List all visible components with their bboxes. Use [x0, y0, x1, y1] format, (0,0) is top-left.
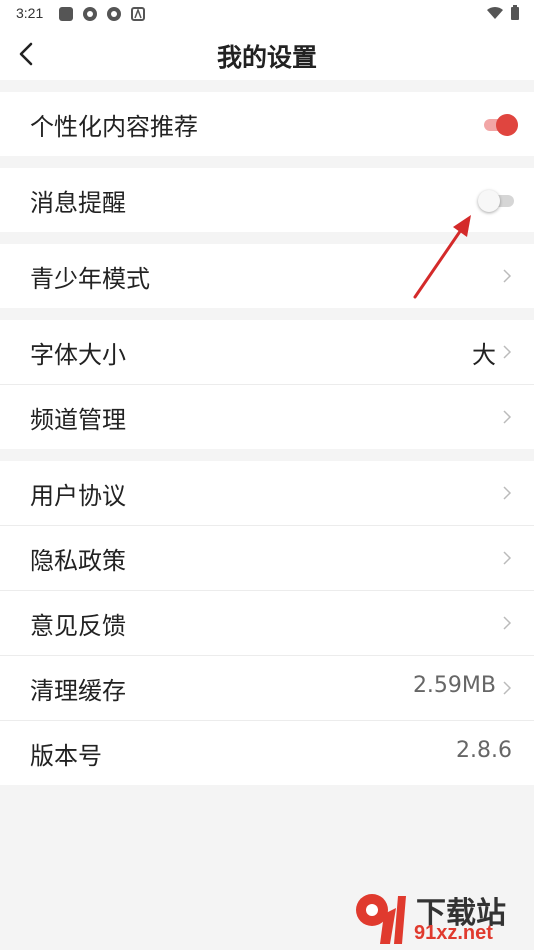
watermark-url: 91xz.net	[414, 922, 493, 944]
chevron-right-icon	[503, 551, 512, 565]
chevron-right-icon	[503, 410, 512, 424]
setting-row-version: 版本号 2.8.6	[0, 721, 534, 785]
setting-row-font-size[interactable]: 字体大小 大	[0, 320, 534, 385]
aperture-icon	[107, 7, 121, 21]
setting-row-user-agreement[interactable]: 用户协议	[0, 461, 534, 526]
watermark-logo-icon	[356, 894, 406, 944]
page-title: 我的设置	[216, 43, 317, 72]
chevron-right-icon	[503, 345, 512, 359]
font-app-icon	[131, 7, 145, 21]
setting-value: 大	[472, 341, 496, 369]
setting-label: 意见反馈	[30, 612, 126, 640]
watermark: 下载站 91xz.net	[350, 888, 530, 948]
annotation-arrow-icon	[413, 215, 471, 299]
notification-app-icon	[59, 7, 73, 21]
battery-icon	[511, 5, 519, 20]
setting-label: 字体大小	[30, 341, 126, 369]
setting-label: 用户协议	[30, 482, 126, 510]
setting-row-feedback[interactable]: 意见反馈	[0, 591, 534, 656]
setting-label: 消息提醒	[30, 189, 126, 217]
setting-row-channel-management[interactable]: 频道管理	[0, 385, 534, 449]
status-bar: 3:21	[0, 0, 534, 28]
aperture-icon	[83, 7, 97, 21]
setting-label: 个性化内容推荐	[30, 113, 198, 141]
setting-row-privacy-policy[interactable]: 隐私政策	[0, 526, 534, 591]
settings-group: 个性化内容推荐	[0, 92, 534, 156]
settings-group: 字体大小 大 频道管理	[0, 320, 534, 449]
chevron-right-icon	[503, 616, 512, 630]
chevron-right-icon	[503, 269, 512, 283]
title-bar: 我的设置	[0, 28, 534, 80]
settings-group: 用户协议 隐私政策 意见反馈 清理缓存 2.59MB 版本号 2.8.6	[0, 461, 534, 785]
personalized-recommendation-toggle[interactable]	[478, 114, 518, 136]
setting-label: 隐私政策	[30, 547, 126, 575]
toggle-knob	[496, 114, 518, 136]
setting-row-personalized-recommendation[interactable]: 个性化内容推荐	[0, 92, 534, 156]
setting-label: 频道管理	[30, 406, 126, 434]
setting-row-clear-cache[interactable]: 清理缓存 2.59MB	[0, 656, 534, 721]
wifi-icon	[487, 6, 503, 19]
setting-value: 2.8.6	[456, 738, 512, 763]
status-time: 3:21	[16, 5, 44, 21]
chevron-right-icon	[503, 486, 512, 500]
setting-label: 清理缓存	[30, 677, 126, 705]
setting-label: 青少年模式	[30, 265, 150, 293]
setting-value: 2.59MB	[412, 673, 496, 698]
setting-label: 版本号	[30, 742, 102, 770]
chevron-right-icon	[503, 681, 512, 695]
